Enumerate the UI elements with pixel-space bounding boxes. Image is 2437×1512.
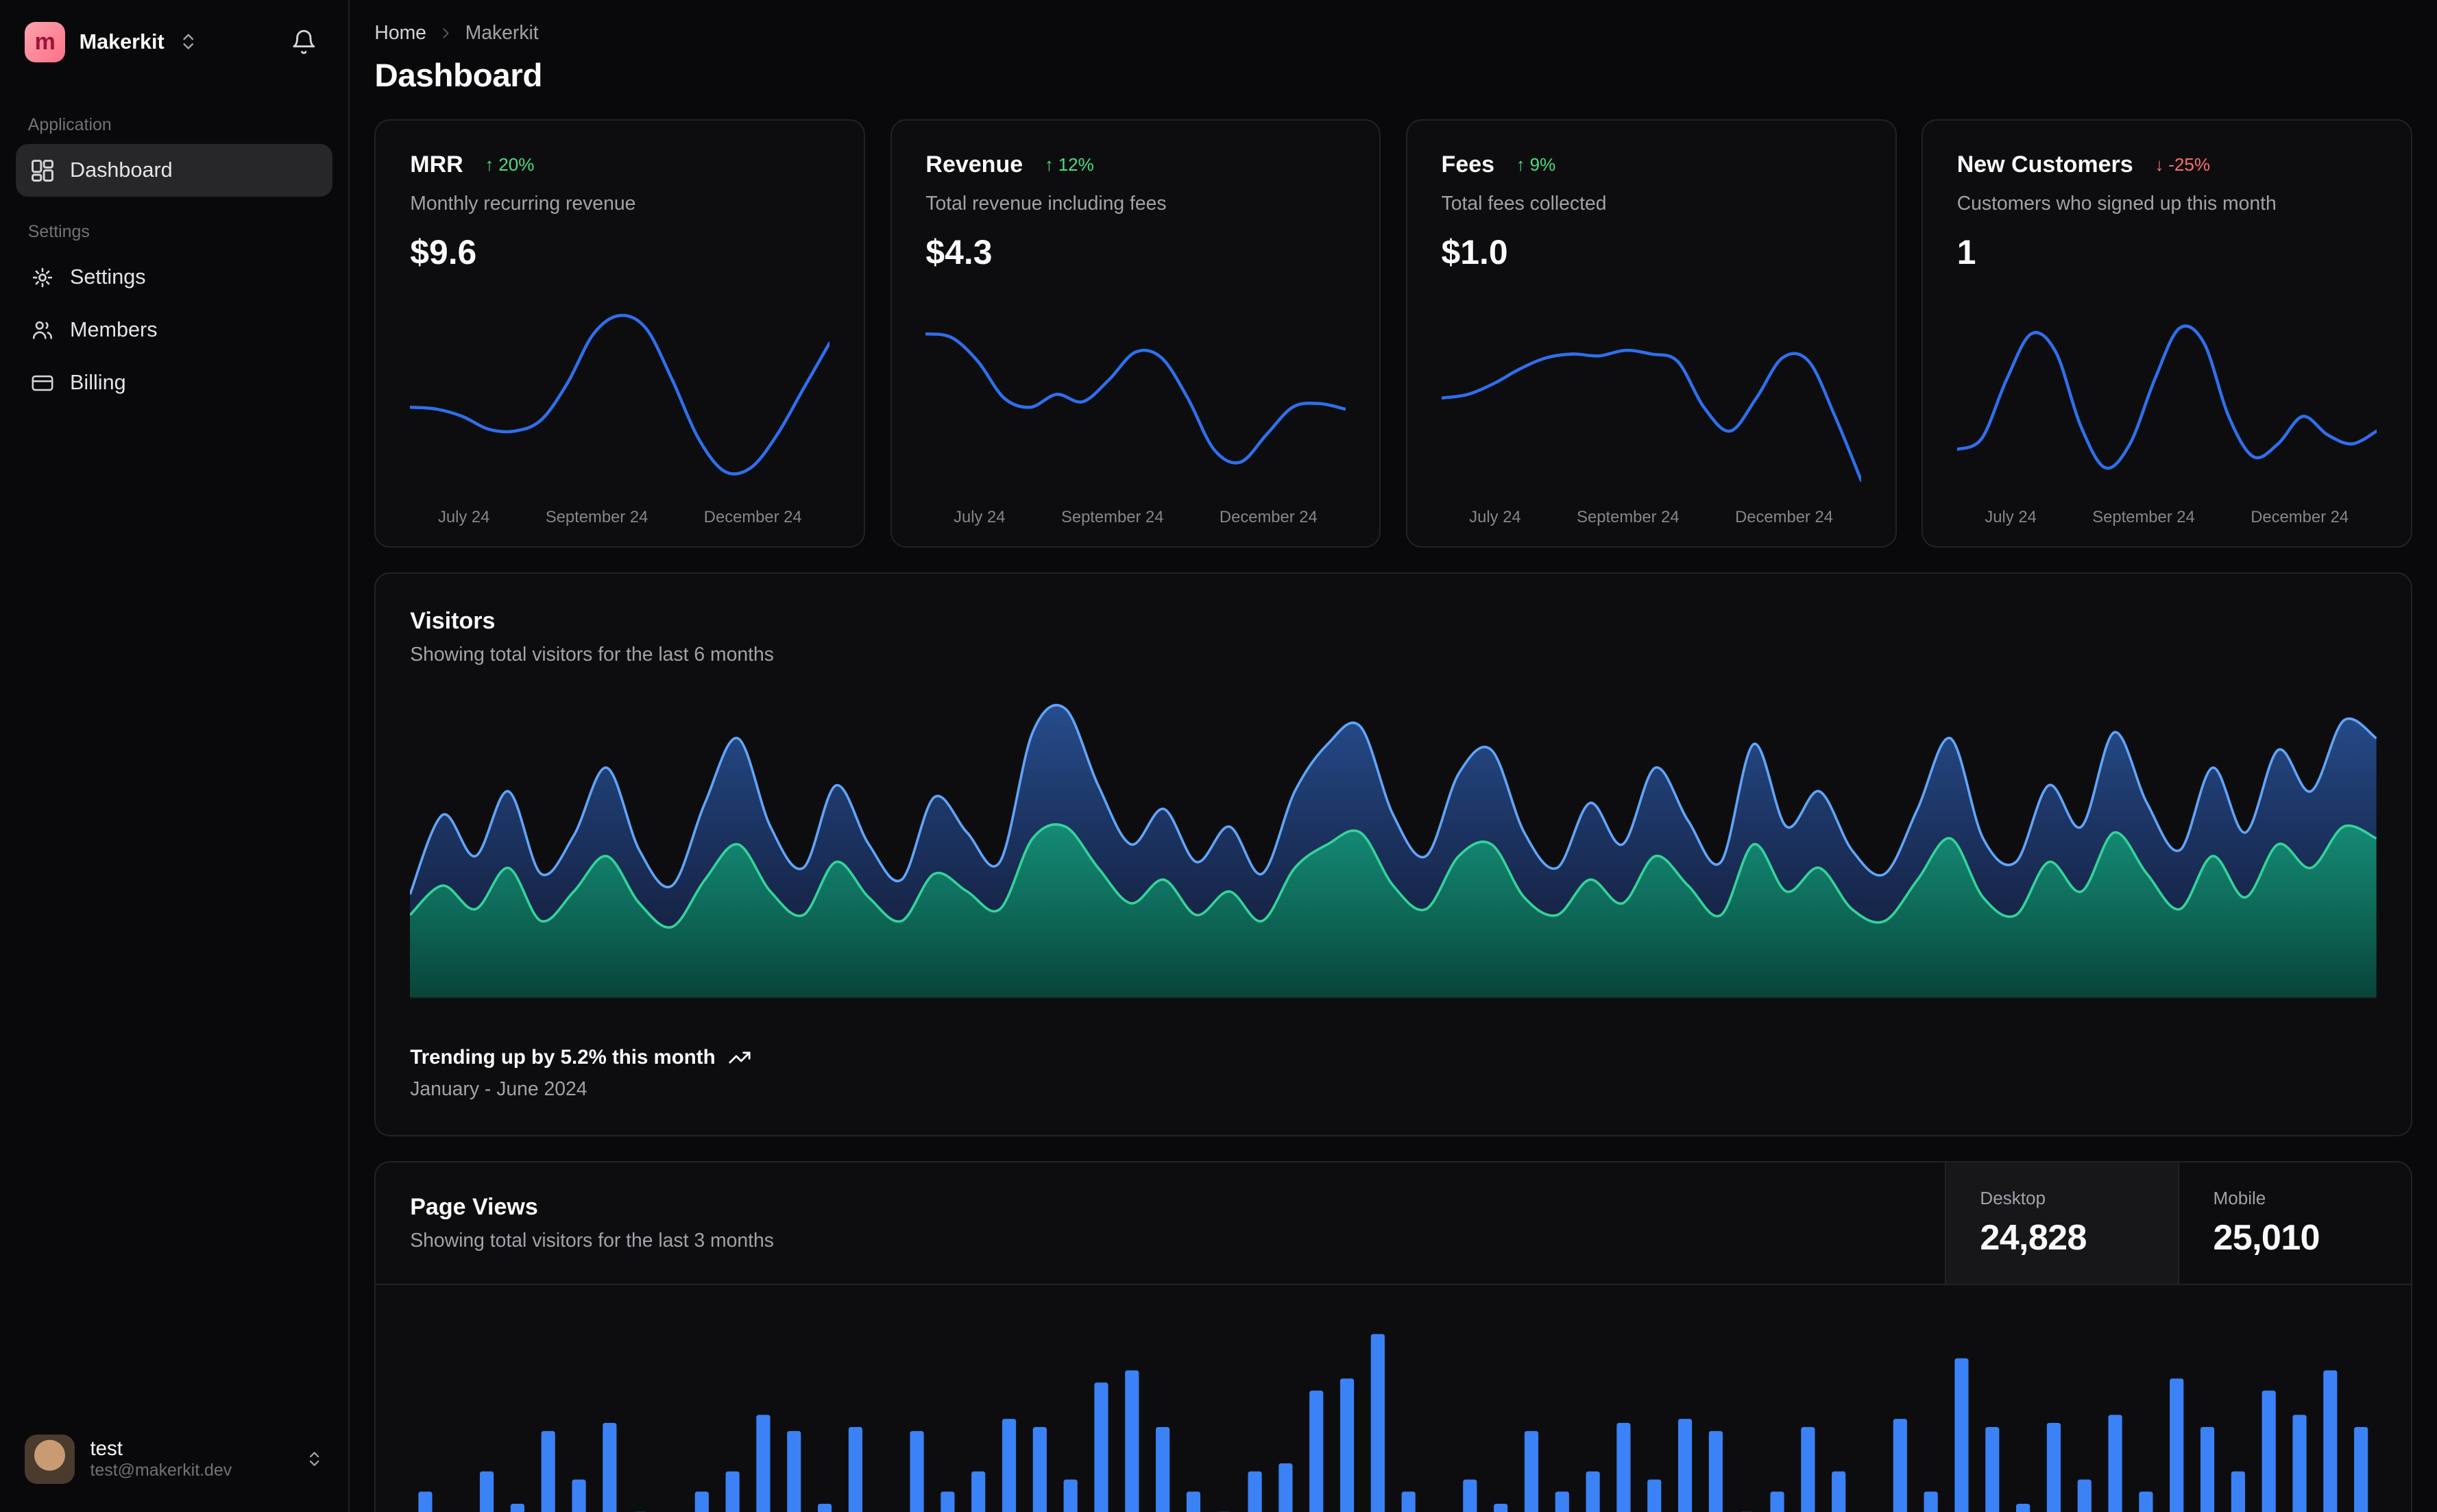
trend-badge: ↑ 9% xyxy=(1516,154,1556,175)
chevron-right-icon xyxy=(437,25,454,42)
stat-value: 1 xyxy=(1956,232,1976,271)
sidebar: m Makerkit Application Dashboard Setting… xyxy=(0,0,350,1512)
stat-card-revenue: Revenue ↑ 12% Total revenue including fee… xyxy=(890,119,1381,548)
breadcrumb-home-link[interactable]: Home xyxy=(374,22,426,45)
page-views-desktop-toggle[interactable]: Desktop 24,828 xyxy=(1944,1162,2178,1284)
axis-label: December 24 xyxy=(2251,508,2349,527)
breadcrumb: Home Makerkit xyxy=(374,22,2412,45)
fees-sparkline-chart xyxy=(1442,306,1861,490)
sidebar-item-members[interactable]: Members xyxy=(16,304,333,356)
sparkline-x-axis: July 24 September 24 December 24 xyxy=(925,500,1345,527)
desktop-label: Desktop xyxy=(1980,1188,2046,1209)
page-views-bar-chart xyxy=(418,1334,2368,1512)
page-title: Dashboard xyxy=(374,57,542,94)
mobile-label: Mobile xyxy=(2213,1188,2266,1209)
stat-subtitle: Total fees collected xyxy=(1441,192,1607,215)
arrow-down-icon: ↓ xyxy=(2155,154,2164,175)
stat-value: $1.0 xyxy=(1441,232,1508,271)
axis-label: September 24 xyxy=(2092,508,2195,527)
page-views-subtitle: Showing total visitors for the last 3 mo… xyxy=(410,1230,774,1252)
sidebar-item-label: Members xyxy=(70,318,158,342)
axis-label: July 24 xyxy=(1985,508,2037,527)
nav-section-application: Application xyxy=(27,114,112,134)
axis-label: December 24 xyxy=(1219,508,1318,527)
stat-card-fees: Fees ↑ 9% Total fees collected $1.0 July … xyxy=(1405,119,1897,548)
visitors-date-range: January - June 2024 xyxy=(410,1078,587,1101)
user-email: test@makerkit.dev xyxy=(90,1461,232,1480)
axis-label: December 24 xyxy=(1735,508,1833,527)
stat-title: Revenue xyxy=(925,151,1023,178)
sparkline-x-axis: July 24 September 24 December 24 xyxy=(1957,500,2377,527)
sidebar-item-dashboard[interactable]: Dashboard xyxy=(15,144,333,197)
stat-title: Fees xyxy=(1441,151,1495,178)
stat-value: $4.3 xyxy=(925,232,993,271)
credit-card-icon xyxy=(31,371,54,395)
makerkit-logo: m xyxy=(25,21,66,62)
axis-label: September 24 xyxy=(545,508,648,527)
user-avatar xyxy=(25,1434,75,1485)
desktop-value: 24,828 xyxy=(1980,1217,2087,1258)
nav-section-settings: Settings xyxy=(27,221,90,241)
sparkline-x-axis: July 24 September 24 December 24 xyxy=(410,500,829,527)
axis-label: July 24 xyxy=(954,508,1006,527)
sidebar-item-label: Settings xyxy=(70,265,146,289)
sidebar-item-settings[interactable]: Settings xyxy=(16,251,333,304)
stat-card-new-customers: New Customers ↓ -25% Customers who signed… xyxy=(1921,119,2412,548)
arrow-up-icon: ↑ xyxy=(1044,154,1054,175)
mrr-sparkline-chart xyxy=(410,306,829,490)
trend-badge: ↓ -25% xyxy=(2155,154,2211,175)
sparkline-x-axis: July 24 September 24 December 24 xyxy=(1442,500,1861,527)
axis-label: July 24 xyxy=(437,508,490,527)
axis-label: September 24 xyxy=(1060,508,1164,527)
stat-cards-row: MRR ↑ 20% Monthly recurring revenue $9.6 … xyxy=(374,119,2412,548)
app-root: m Makerkit Application Dashboard Setting… xyxy=(0,0,2437,1512)
arrow-up-icon: ↑ xyxy=(1516,154,1525,175)
workspace-switcher[interactable]: m Makerkit xyxy=(25,21,198,62)
mobile-value: 25,010 xyxy=(2213,1217,2320,1258)
page-views-header: Page Views Showing total visitors for th… xyxy=(376,1162,2411,1285)
visitors-title: Visitors xyxy=(410,607,496,634)
stat-title: New Customers xyxy=(1956,151,2133,178)
stat-subtitle: Monthly recurring revenue xyxy=(410,192,636,215)
visitors-area-chart xyxy=(410,688,2377,999)
workspace-name: Makerkit xyxy=(79,29,165,53)
axis-label: July 24 xyxy=(1469,508,1521,527)
stat-title: MRR xyxy=(410,151,463,178)
user-name: test xyxy=(90,1437,123,1461)
arrow-up-icon: ↑ xyxy=(485,154,494,175)
bell-icon xyxy=(291,29,317,56)
trend-badge: ↑ 12% xyxy=(1044,154,1094,175)
page-views-panel: Page Views Showing total visitors for th… xyxy=(374,1161,2412,1512)
revenue-sparkline-chart xyxy=(925,306,1345,490)
visitors-subtitle: Showing total visitors for the last 6 mo… xyxy=(410,644,774,666)
main-content: Home Makerkit Dashboard MRR ↑ 20% Monthly… xyxy=(350,0,2437,1512)
breadcrumb-current: Makerkit xyxy=(465,21,539,44)
page-views-title: Page Views xyxy=(410,1193,538,1220)
chevrons-up-down-icon xyxy=(178,32,198,51)
chevrons-up-down-icon xyxy=(305,1450,324,1468)
axis-label: December 24 xyxy=(703,508,802,527)
sidebar-item-label: Billing xyxy=(70,371,126,395)
visitors-panel: Visitors Showing total visitors for the … xyxy=(374,572,2412,1136)
users-icon xyxy=(31,319,54,342)
visitors-footer: Trending up by 5.2% this month xyxy=(410,1046,2377,1069)
dashboard-icon xyxy=(31,159,54,182)
sidebar-item-billing[interactable]: Billing xyxy=(16,356,333,409)
trending-up-icon xyxy=(728,1046,751,1069)
stat-card-mrr: MRR ↑ 20% Monthly recurring revenue $9.6 … xyxy=(374,119,866,548)
gear-icon xyxy=(31,266,54,289)
axis-label: September 24 xyxy=(1577,508,1680,527)
notifications-button[interactable] xyxy=(284,23,324,62)
stat-value: $9.6 xyxy=(410,232,477,271)
stat-subtitle: Customers who signed up this month xyxy=(1956,192,2277,215)
sidebar-item-label: Dashboard xyxy=(70,158,173,182)
sidebar-header: m Makerkit xyxy=(16,16,333,69)
trend-badge: ↑ 20% xyxy=(485,154,535,175)
page-views-mobile-toggle[interactable]: Mobile 25,010 xyxy=(2177,1162,2411,1284)
user-menu[interactable]: test test@makerkit.dev xyxy=(16,1425,333,1493)
user-meta: test test@makerkit.dev xyxy=(90,1439,232,1479)
new-customers-sparkline-chart xyxy=(1957,306,2377,490)
visitors-trend-text: Trending up by 5.2% this month xyxy=(410,1045,716,1069)
stat-subtitle: Total revenue including fees xyxy=(925,192,1167,215)
